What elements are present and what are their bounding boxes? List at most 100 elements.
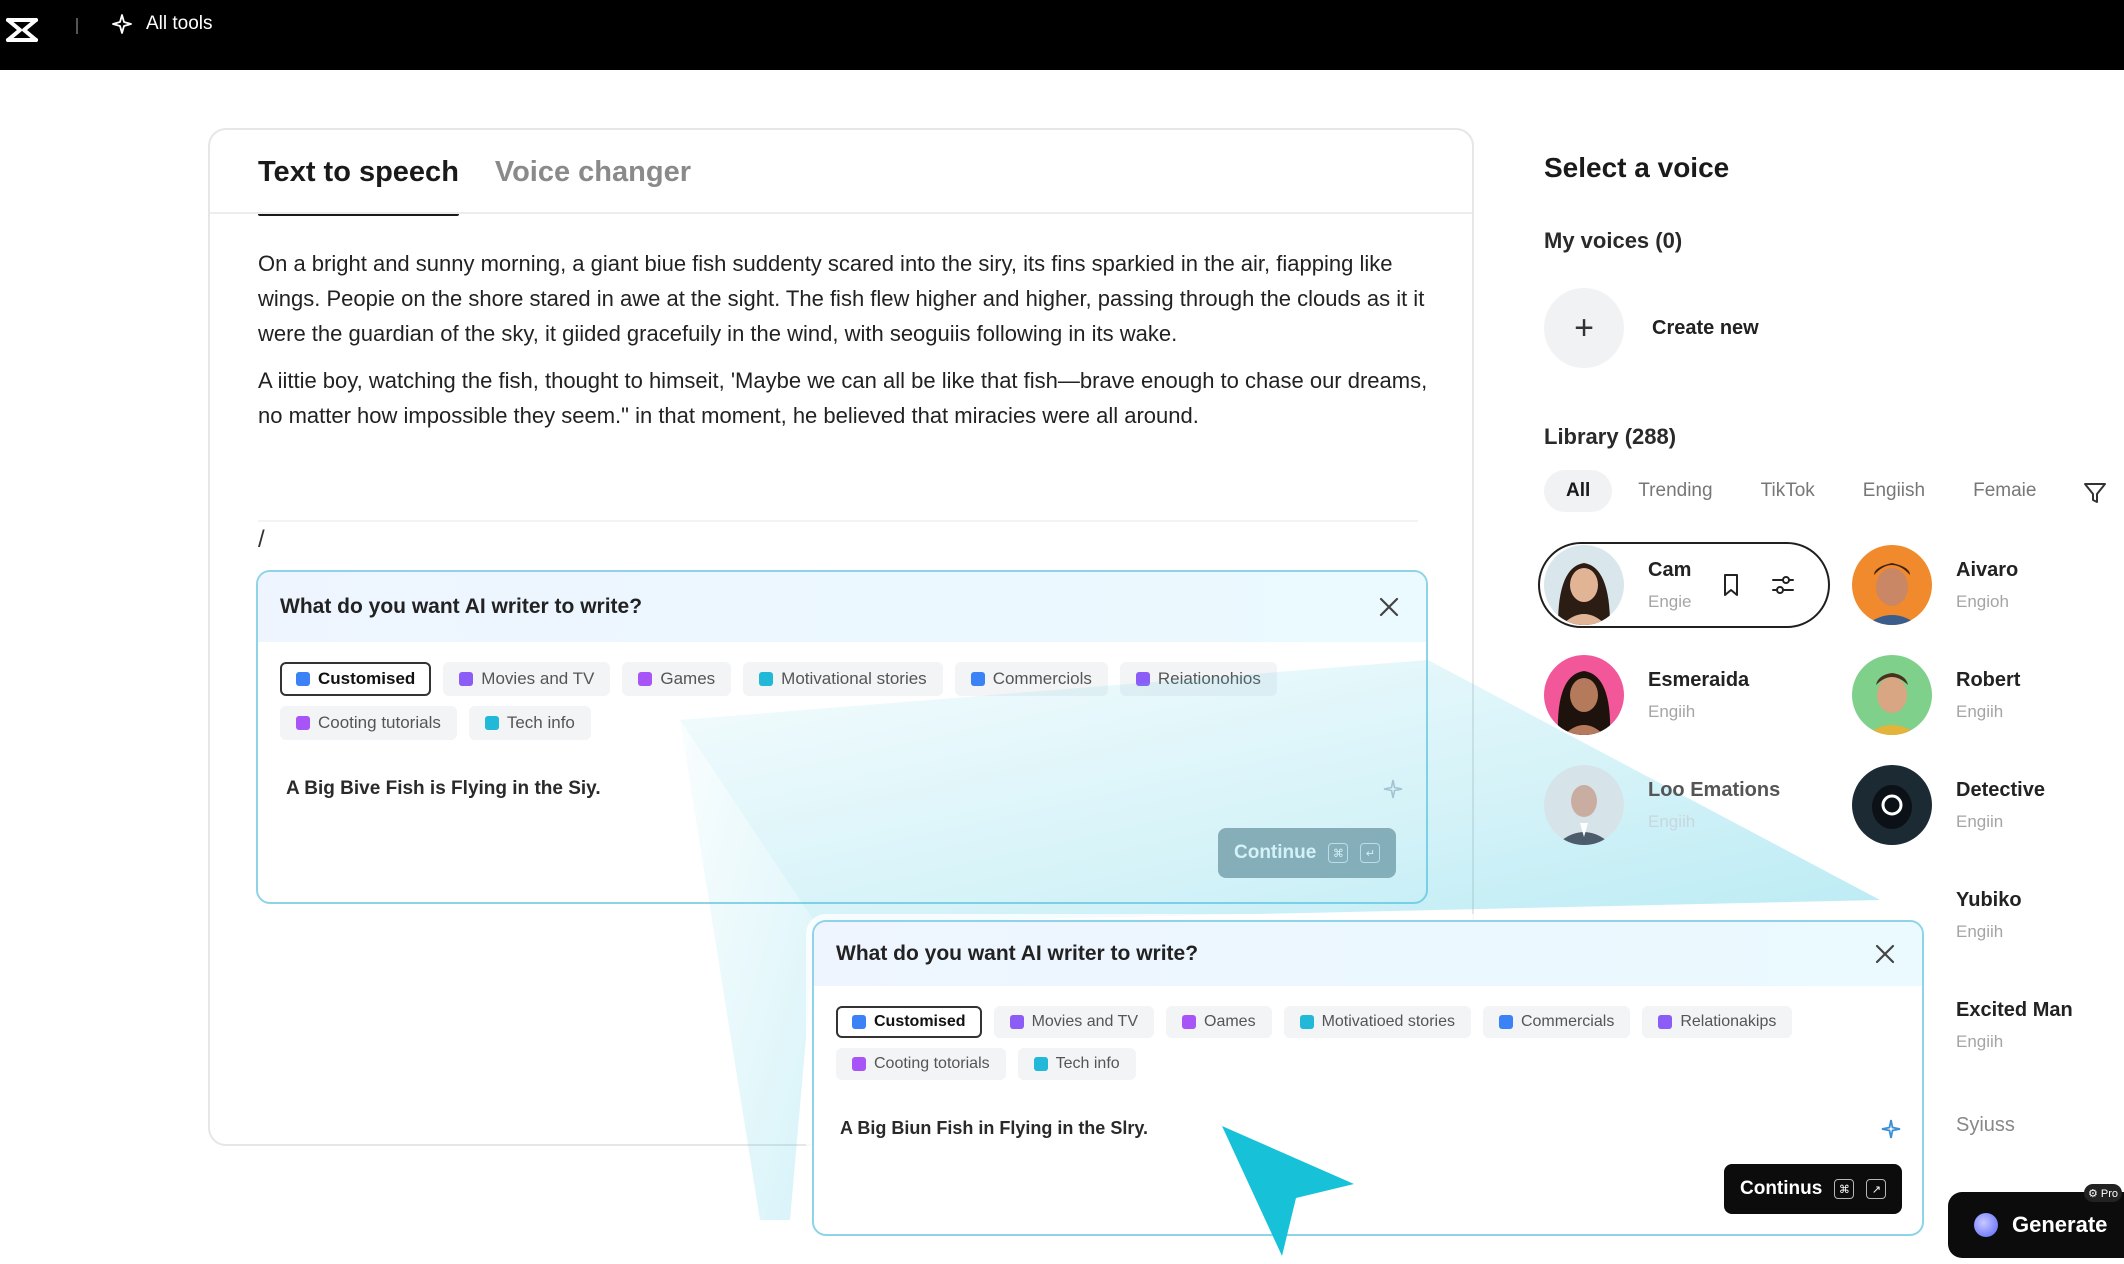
avatar bbox=[1544, 765, 1624, 845]
avatar bbox=[1544, 545, 1624, 625]
voice-selection-panel: Select a voice My voices (0) + Create ne… bbox=[1538, 128, 2124, 1264]
rocket-icon bbox=[1299, 1015, 1314, 1029]
generate-orb-icon bbox=[1974, 1213, 1998, 1237]
avatar bbox=[1852, 545, 1932, 625]
chip-customised[interactable]: Customised bbox=[836, 1006, 982, 1038]
create-voice-label: Create new bbox=[1652, 316, 1759, 339]
avatar bbox=[1544, 655, 1624, 735]
filter-all[interactable]: All bbox=[1544, 470, 1613, 512]
voice-card-loo-emations[interactable]: Loo Emations Engiih bbox=[1544, 762, 1834, 848]
capcut-logo-icon[interactable] bbox=[4, 12, 40, 48]
chip-cooking[interactable]: Cooting tutorials bbox=[280, 706, 457, 740]
voice-name: Detective bbox=[1956, 778, 2045, 801]
tab-voice-changer[interactable]: Voice changer bbox=[495, 130, 691, 214]
library-heading: Library (288) bbox=[1544, 424, 1677, 449]
tech-icon bbox=[484, 716, 499, 730]
megaphone-icon bbox=[1498, 1015, 1513, 1029]
chip-motivational[interactable]: Motivatioed stories bbox=[1283, 1006, 1471, 1038]
voice-card-syiuss[interactable]: Syiuss bbox=[1852, 1082, 2124, 1168]
ai-writer-prompt-input[interactable]: A Big Biun Fish in Flying in the Slry. bbox=[840, 1118, 1148, 1139]
magic-wand-icon[interactable] bbox=[1382, 778, 1404, 800]
shortcut-cmd-key: ⌘ bbox=[1328, 843, 1349, 863]
mode-tabs: Text to speech Voice changer bbox=[258, 130, 691, 216]
voice-language: Engiih bbox=[1648, 701, 1696, 721]
voice-language: Engiin bbox=[1956, 811, 2004, 831]
cooking-icon bbox=[852, 1057, 866, 1071]
avatar bbox=[1852, 765, 1932, 845]
gamepad-icon bbox=[638, 672, 653, 686]
tabs-divider bbox=[210, 212, 1472, 214]
chip-games[interactable]: Games bbox=[622, 662, 732, 696]
shortcut-enter-key: ↵ bbox=[1360, 843, 1381, 863]
voice-name: Aivaro bbox=[1956, 558, 2019, 581]
all-tools-label: All tools bbox=[146, 13, 213, 34]
megaphone-icon bbox=[970, 672, 985, 686]
tech-icon bbox=[1033, 1057, 1048, 1071]
customised-icon bbox=[296, 672, 310, 686]
voice-card-detective[interactable]: Detective Engiin bbox=[1852, 762, 2124, 848]
bookmark-icon[interactable] bbox=[1718, 572, 1744, 598]
divider bbox=[258, 520, 1418, 522]
filter-female[interactable]: Femaie bbox=[1951, 470, 2058, 512]
filter-tiktok[interactable]: TikTok bbox=[1739, 470, 1837, 512]
ai-writer-title: What do you want AI writer to write? bbox=[280, 595, 643, 618]
ai-writer-dialog-back: What do you want AI writer to write? Cus… bbox=[256, 570, 1428, 904]
chip-relationships[interactable]: Reiationohios bbox=[1119, 662, 1277, 696]
voice-language: Engiih bbox=[1956, 1031, 2004, 1051]
voice-card-excited-man[interactable]: Excited Man Engiih bbox=[1852, 982, 2124, 1068]
generate-label: Generate bbox=[2012, 1212, 2108, 1237]
voice-card-esmeralda[interactable]: Esmeraida Engiih bbox=[1544, 652, 1834, 738]
ai-writer-header: What do you want AI writer to write? bbox=[258, 572, 1426, 642]
filter-english[interactable]: Engiish bbox=[1841, 470, 1947, 512]
voice-name: Robert bbox=[1956, 668, 2021, 691]
topbar-divider bbox=[76, 18, 78, 34]
topic-chips: Customised Movies and TV Games Motivatio… bbox=[258, 642, 1426, 740]
top-bar: All tools bbox=[0, 0, 2124, 70]
voice-name: Esmeraida bbox=[1648, 668, 1750, 691]
customised-icon bbox=[852, 1015, 866, 1029]
chip-games[interactable]: Oames bbox=[1166, 1006, 1272, 1038]
ai-writer-prompt-input[interactable]: A Big Bive Fish is Flying in the Siy. bbox=[286, 778, 601, 800]
voice-name: Loo Emations bbox=[1648, 778, 1781, 801]
sliders-icon[interactable] bbox=[1770, 572, 1796, 598]
tab-text-to-speech[interactable]: Text to speech bbox=[258, 130, 459, 216]
chip-tech-info[interactable]: Tech info bbox=[1017, 1048, 1136, 1080]
voice-language: Engiih bbox=[1956, 921, 2004, 941]
close-icon[interactable] bbox=[1378, 596, 1400, 618]
ai-writer-title: What do you want AI writer to write? bbox=[836, 942, 1199, 965]
avatar bbox=[1852, 985, 1932, 1065]
pro-badge: ⚙ Pro bbox=[2084, 1184, 2123, 1202]
voice-language: Engie bbox=[1648, 591, 1692, 611]
continue-button[interactable]: Continue ⌘ ↵ bbox=[1218, 828, 1397, 878]
script-paragraph: A iittie boy, watching the fish, thought… bbox=[258, 368, 1428, 428]
chip-commercials[interactable]: Commerciols bbox=[954, 662, 1108, 696]
voice-card-robert[interactable]: Robert Engiih bbox=[1852, 652, 2124, 738]
gamepad-icon bbox=[1182, 1015, 1196, 1029]
chip-movies-tv[interactable]: Movies and TV bbox=[443, 662, 611, 696]
script-text-area[interactable]: On a bright and sunny morning, a giant b… bbox=[258, 246, 1438, 445]
cooking-icon bbox=[296, 716, 310, 730]
voice-language: Engiih bbox=[1648, 811, 1696, 831]
voice-card-cam[interactable]: Cam Engie bbox=[1538, 542, 1830, 628]
people-icon bbox=[1135, 672, 1150, 686]
filter-funnel-icon[interactable] bbox=[2082, 480, 2108, 506]
filter-trending[interactable]: Trending bbox=[1616, 470, 1734, 512]
create-voice-button[interactable]: + Create new bbox=[1544, 288, 1759, 368]
voice-name: Yubiko bbox=[1956, 888, 2022, 911]
voice-language: Engioh bbox=[1956, 591, 2009, 611]
chip-movies-tv[interactable]: Movies and TV bbox=[993, 1006, 1154, 1038]
chip-cooking[interactable]: Cooting totorials bbox=[836, 1048, 1006, 1080]
voice-card-yubiko[interactable]: Yubiko Engiih bbox=[1852, 872, 2124, 958]
chip-motivational[interactable]: Motivational stories bbox=[743, 662, 943, 696]
plus-icon: + bbox=[1544, 288, 1624, 368]
chip-customised[interactable]: Customised bbox=[280, 662, 432, 696]
voice-name: Excited Man bbox=[1956, 998, 2073, 1021]
all-tools-button[interactable]: All tools bbox=[110, 12, 213, 36]
rocket-icon bbox=[759, 672, 774, 686]
my-voices-heading: My voices (0) bbox=[1544, 228, 1683, 253]
voice-name: Syiuss bbox=[1956, 1113, 2015, 1136]
voice-language: Engiih bbox=[1956, 701, 2004, 721]
avatar bbox=[1852, 1085, 1932, 1165]
chip-tech-info[interactable]: Tech info bbox=[468, 706, 591, 740]
voice-card-aivaro[interactable]: Aivaro Engioh bbox=[1852, 542, 2124, 628]
